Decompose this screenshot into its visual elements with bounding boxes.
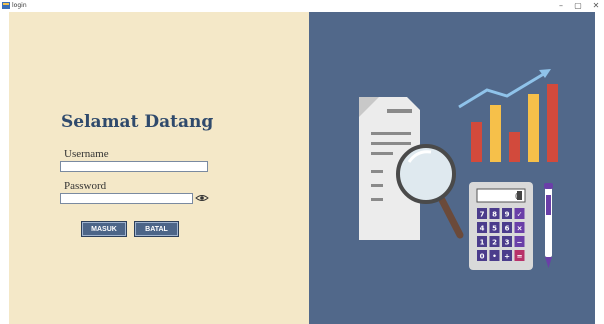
- calculator-key-label: +: [504, 253, 510, 261]
- calculator-key-label: 0: [480, 253, 485, 261]
- calculator-key-label: 4: [480, 225, 485, 233]
- bar-chart-icon: [458, 69, 558, 162]
- cancel-button[interactable]: BATAL: [134, 221, 179, 237]
- calculator-key-label: 9: [505, 211, 510, 219]
- login-panel: Selamat Datang Username Password MASUK B…: [9, 12, 309, 324]
- minimize-button[interactable]: –: [553, 0, 569, 12]
- calculator-key-label: −: [517, 239, 523, 247]
- password-label: Password: [64, 180, 107, 192]
- welcome-heading: Selamat Datang: [61, 112, 214, 132]
- calculator-key-label: •: [492, 253, 496, 261]
- calculator-key-label: 6: [505, 225, 510, 233]
- finance-illustration: 0 7 8 9 ✓ 4 5 6 × 1 2 3 − 0 • + =: [359, 69, 558, 270]
- calculator-display: 0: [515, 192, 520, 201]
- eye-icon[interactable]: [195, 194, 209, 202]
- username-label: Username: [64, 148, 109, 160]
- username-input[interactable]: [60, 161, 208, 172]
- calculator-key-label: =: [517, 253, 523, 261]
- calculator-key-label: 3: [505, 239, 510, 247]
- window-title: login: [12, 2, 27, 9]
- calculator-key-label: ✓: [517, 211, 523, 219]
- close-button[interactable]: ✕: [588, 0, 604, 12]
- calculator-key-label: ×: [517, 225, 523, 233]
- calculator-key-label: 7: [480, 211, 485, 219]
- maximize-button[interactable]: ▢: [570, 0, 586, 12]
- calculator-key-label: 1: [480, 239, 485, 247]
- password-input[interactable]: [60, 193, 193, 204]
- calculator-key-label: 8: [492, 211, 497, 219]
- calculator-icon: 0 7 8 9 ✓ 4 5 6 × 1 2 3 − 0 • + =: [469, 182, 533, 270]
- login-button[interactable]: MASUK: [81, 221, 127, 237]
- illustration-panel: 0 7 8 9 ✓ 4 5 6 × 1 2 3− 0 • + =: [309, 12, 595, 324]
- window-titlebar: login – ▢ ✕: [0, 0, 604, 12]
- pen-icon: [544, 183, 553, 268]
- app-icon: [2, 2, 10, 9]
- calculator-key-label: 5: [492, 225, 497, 233]
- calculator-key-label: 2: [492, 239, 497, 247]
